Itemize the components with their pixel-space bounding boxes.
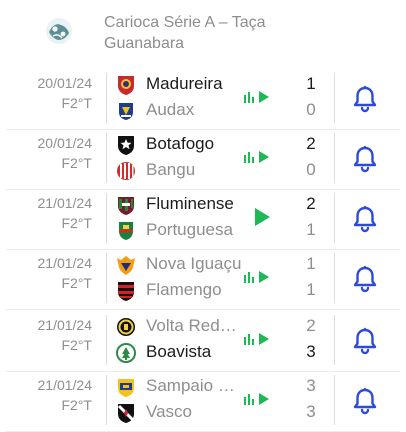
- home-team-name: Sampaio Corrêa: [146, 376, 242, 395]
- live-stats-play-icon[interactable]: [243, 267, 271, 287]
- away-score: 1: [306, 280, 316, 299]
- nova-iguacu-crest-icon: [115, 254, 137, 276]
- match-status: F2°T: [61, 95, 93, 111]
- carioca-league-logo-icon: [46, 18, 72, 44]
- away-score: 3: [306, 402, 316, 421]
- away-score: 1: [306, 220, 316, 239]
- bell-icon[interactable]: [352, 145, 378, 173]
- match-row[interactable]: 21/01/24 F2°T Volta Redonda Boavista 2 3: [0, 309, 406, 372]
- bell-icon[interactable]: [352, 327, 378, 355]
- away-team-name: Vasco: [146, 402, 192, 421]
- match-date: 21/01/24: [37, 195, 93, 211]
- home-score: 3: [306, 376, 316, 395]
- home-score: 1: [306, 254, 316, 273]
- flamengo-crest-icon: [115, 280, 137, 302]
- away-team-name: Flamengo: [146, 280, 222, 299]
- league-header: Carioca Série A – Taça Guanabara: [0, 0, 406, 62]
- home-team-name: Nova Iguaçu: [146, 254, 242, 273]
- match-row[interactable]: 21/01/24 F2°T Sampaio Corrêa Vasco 3 3: [0, 369, 406, 432]
- match-status: F2°T: [61, 397, 93, 413]
- away-score: 3: [306, 342, 316, 361]
- live-stats-play-icon[interactable]: [243, 329, 271, 349]
- live-stats-play-icon[interactable]: [243, 147, 271, 167]
- bell-icon[interactable]: [352, 205, 378, 233]
- botafogo-crest-icon: [115, 134, 137, 156]
- bell-icon[interactable]: [352, 387, 378, 415]
- bangu-crest-icon: [115, 160, 137, 182]
- boavista-crest-icon: [115, 342, 137, 364]
- match-date: 20/01/24: [37, 75, 93, 91]
- match-date: 21/01/24: [37, 377, 93, 393]
- match-date: 21/01/24: [37, 255, 93, 271]
- match-status: F2°T: [61, 155, 93, 171]
- madureira-crest-icon: [115, 74, 137, 96]
- home-team-name: Fluminense: [146, 194, 234, 213]
- match-status: F2°T: [61, 337, 93, 353]
- match-row[interactable]: 20/01/24 F2°T Madureira Audax 1 0: [0, 67, 406, 130]
- home-team-name: Madureira: [146, 74, 223, 93]
- away-team-name: Portuguesa: [146, 220, 233, 239]
- sampaio-correa-crest-icon: [115, 376, 137, 398]
- divider: [334, 253, 335, 303]
- bell-icon[interactable]: [352, 85, 378, 113]
- divider: [334, 315, 335, 365]
- divider: [334, 133, 335, 183]
- home-team-name: Botafogo: [146, 134, 215, 153]
- away-team-name: Audax: [146, 100, 195, 119]
- away-team-name: Boavista: [146, 342, 212, 361]
- match-row[interactable]: 21/01/24 F2°T Nova Iguaçu Flamengo 1 1: [0, 247, 406, 310]
- volta-redonda-crest-icon: [115, 316, 137, 338]
- divider: [334, 73, 335, 123]
- vasco-crest-icon: [115, 402, 137, 424]
- divider: [106, 253, 107, 303]
- divider: [106, 375, 107, 425]
- match-status: F2°T: [61, 215, 93, 231]
- divider: [106, 133, 107, 183]
- home-team-name: Volta Redonda: [146, 316, 242, 335]
- league-title[interactable]: Carioca Série A – Taça Guanabara: [104, 12, 314, 54]
- divider: [106, 73, 107, 123]
- live-stats-play-icon[interactable]: [243, 389, 271, 409]
- divider: [334, 375, 335, 425]
- audax-crest-icon: [115, 100, 137, 122]
- away-team-name: Bangu: [146, 160, 196, 179]
- home-score: 1: [306, 74, 316, 93]
- away-score: 0: [306, 160, 316, 179]
- bell-icon[interactable]: [352, 265, 378, 293]
- home-score: 2: [306, 194, 316, 213]
- match-row[interactable]: 21/01/24 F2°T Fluminense Portuguesa 2 1: [0, 187, 406, 250]
- divider: [334, 193, 335, 243]
- portuguesa-crest-icon: [115, 220, 137, 242]
- divider: [106, 315, 107, 365]
- fluminense-crest-icon: [115, 194, 137, 216]
- play-icon[interactable]: [252, 206, 272, 228]
- home-score: 2: [306, 134, 316, 153]
- divider: [106, 193, 107, 243]
- home-score: 2: [306, 316, 316, 335]
- live-stats-play-icon[interactable]: [243, 87, 271, 107]
- match-date: 21/01/24: [37, 317, 93, 333]
- away-score: 0: [306, 100, 316, 119]
- match-status: F2°T: [61, 275, 93, 291]
- match-date: 20/01/24: [37, 135, 93, 151]
- match-row[interactable]: 20/01/24 F2°T Botafogo Bangu 2 0: [0, 127, 406, 190]
